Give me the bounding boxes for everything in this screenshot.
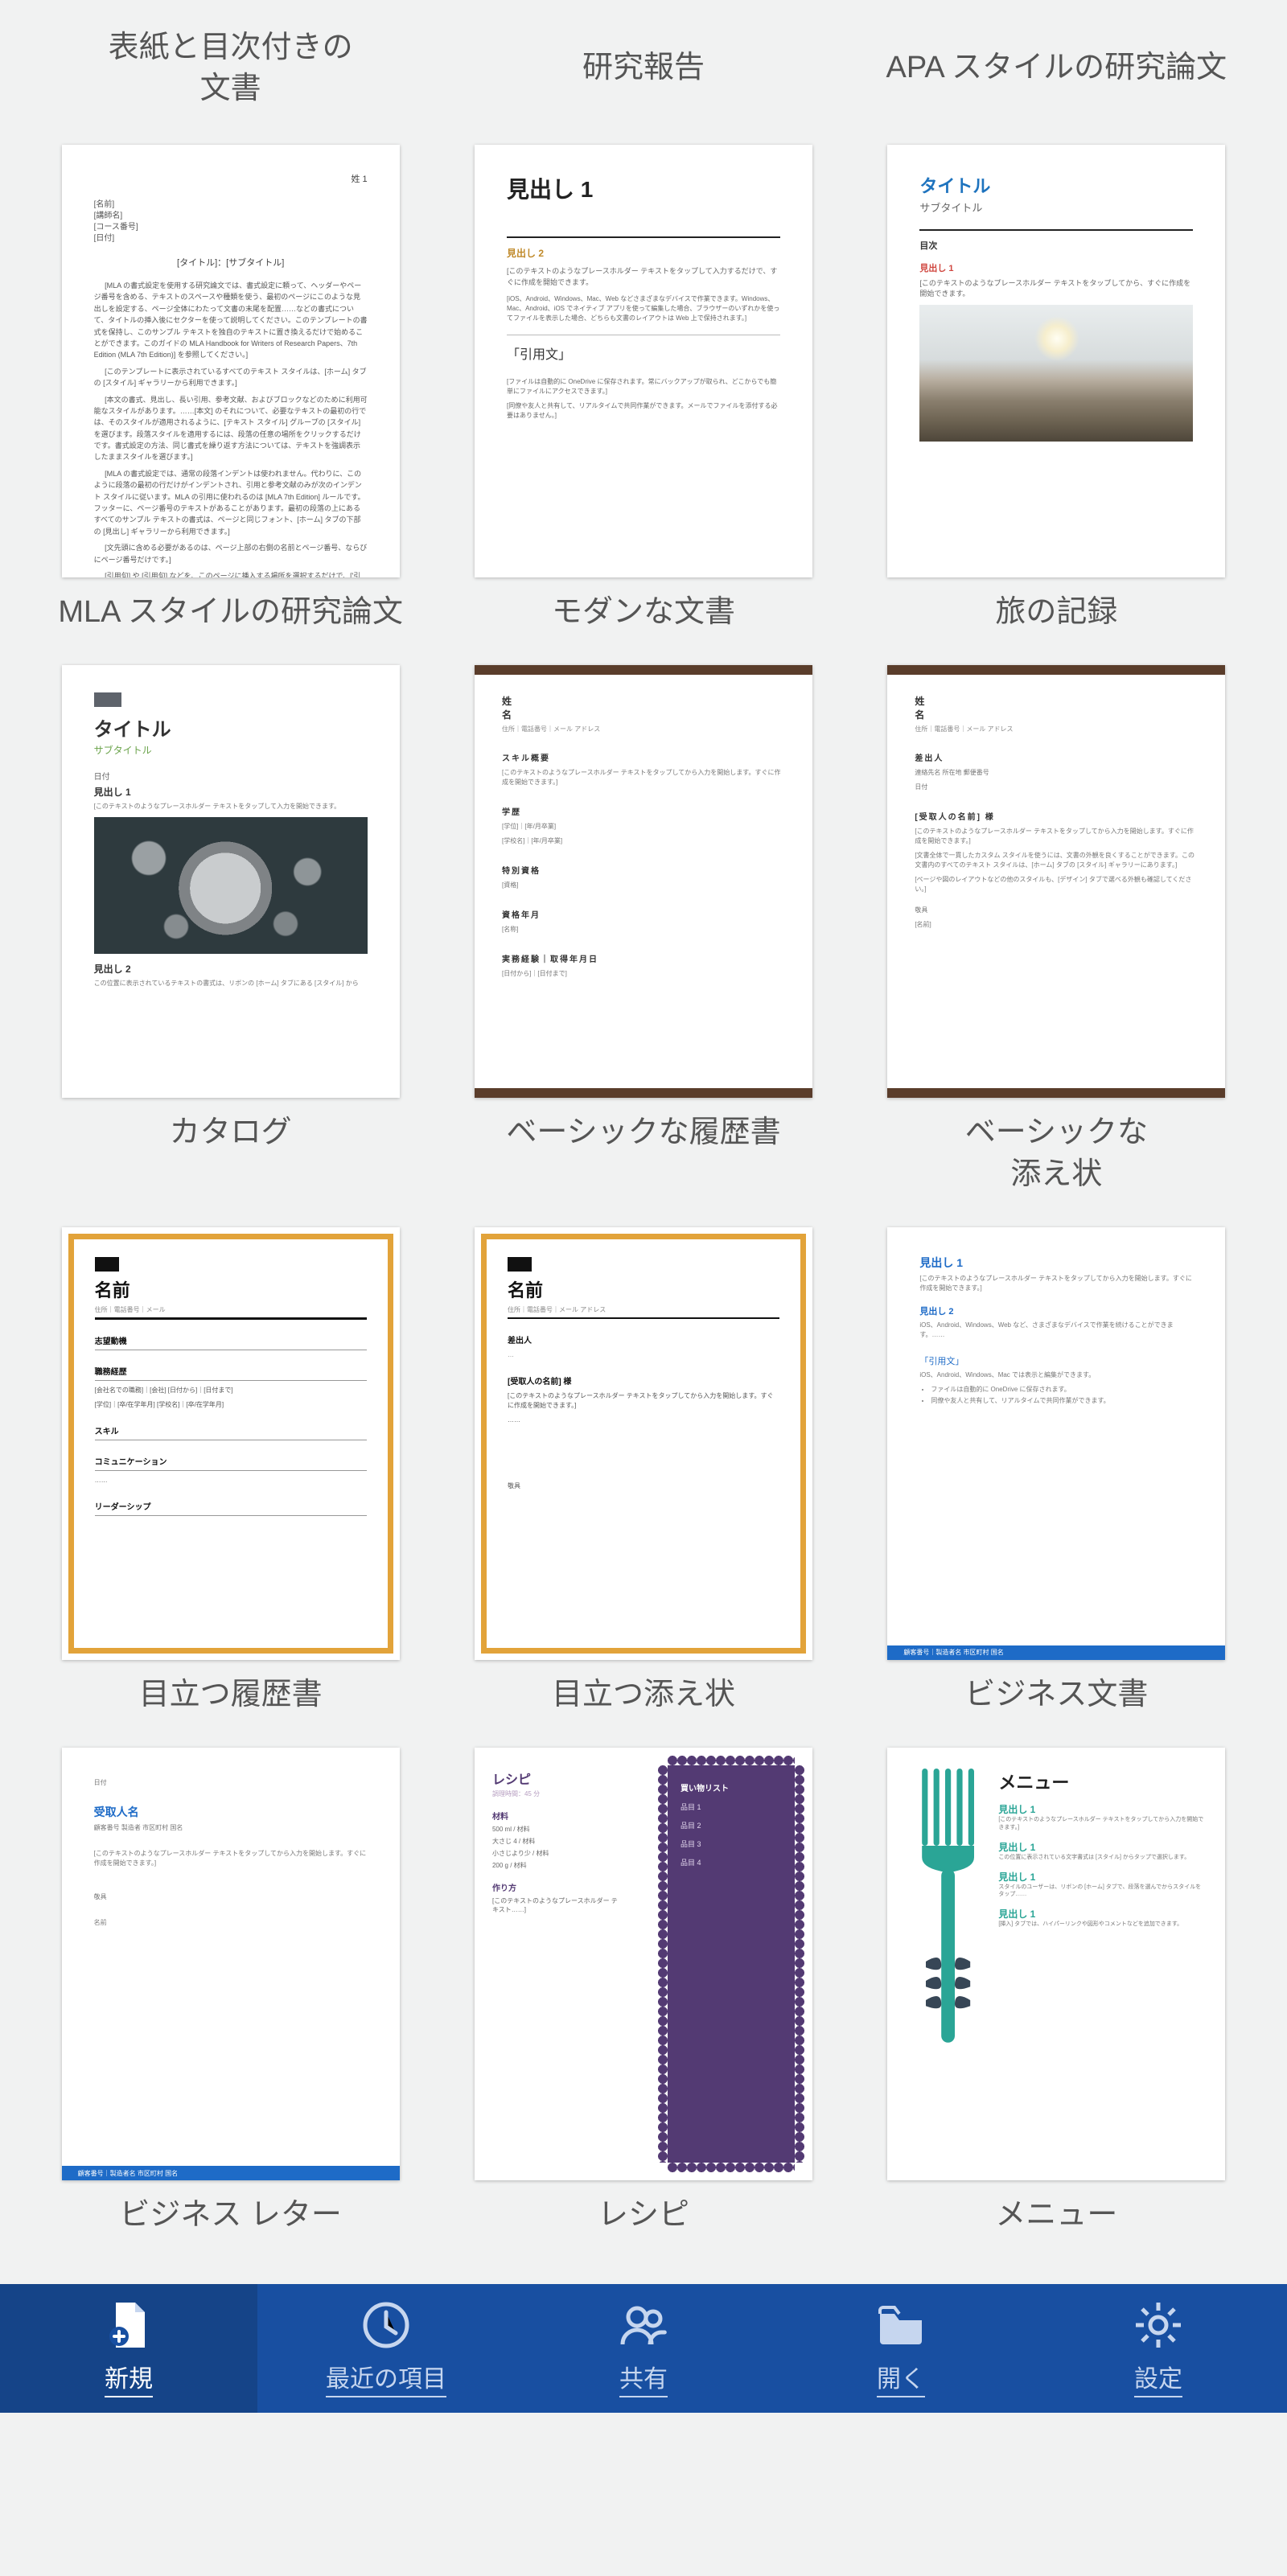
template-title: メニュー <box>987 2195 1125 2236</box>
shopping-list-panel: 買い物リスト 品目 1 品目 2 品目 3 品目 4 <box>668 1765 795 2163</box>
nav-shared[interactable]: 共有 <box>515 2284 772 2413</box>
gear-icon <box>1133 2299 1184 2351</box>
template-thumbnail[interactable]: 見出し 1 [このテキストのようなプレースホルダー テキストをタップしてから入力… <box>887 1227 1225 1660</box>
template-thumbnail[interactable]: 名前 住所｜電話番号｜メール 志望動機 職務経歴 [会社名での職務]｜[会社] … <box>62 1227 400 1660</box>
template-thumbnail[interactable]: 姓 名 住所｜電話番号｜メール アドレス 差出人 連絡先名 所在地 郵便番号 日… <box>887 665 1225 1098</box>
template-thumbnail[interactable]: 姓 名 住所｜電話番号｜メール アドレス スキル概要 [このテキストのようなプレ… <box>475 665 812 1098</box>
clock-icon <box>360 2299 412 2351</box>
template-title: 旅の記録 <box>987 592 1125 633</box>
template-basic-cover[interactable]: 姓 名 住所｜電話番号｜メール アドレス 差出人 連絡先名 所在地 郵便番号 日… <box>874 665 1239 1195</box>
template-cover-toc[interactable]: 表紙と目次付きの文書 <box>48 24 413 113</box>
new-document-icon <box>103 2299 154 2351</box>
template-title: 目立つ添え状 <box>544 1674 743 1715</box>
template-thumbnail[interactable]: 日付 受取人名 顧客番号 製造者 市区町村 国名 [このテキストのようなプレース… <box>62 1748 400 2180</box>
template-recipe[interactable]: レシピ 調理時間：45 分 材料 500 ml / 材料 大さじ 4 / 材料 … <box>461 1748 825 2236</box>
nav-recent[interactable]: 最近の項目 <box>257 2284 515 2413</box>
template-modern-doc[interactable]: 見出し 1 見出し 2 [このテキストのようなプレースホルダー テキストをタップ… <box>461 145 825 633</box>
folder-icon <box>875 2299 927 2351</box>
template-title: ベーシックな履歴書 <box>498 1112 788 1153</box>
template-title: ベーシックな添え状 <box>957 1112 1156 1195</box>
fork-icon <box>907 1769 984 2058</box>
template-title: 研究報告 <box>574 24 713 113</box>
template-menu[interactable]: メニュー 見出し 1 [このテキストのようなプレースホルダー テキストをタップし… <box>874 1748 1239 2236</box>
template-grid: 表紙と目次付きの文書 研究報告 APA スタイルの研究論文 姓 1 [名前] [… <box>0 0 1287 2284</box>
landscape-image <box>919 305 1193 442</box>
template-mla-paper[interactable]: 姓 1 [名前] [講師名] [コース番号] [日付] [タイトル]：[サブタイ… <box>48 145 413 633</box>
bottom-nav: 新規 最近の項目 共有 開く 設定 <box>0 2284 1287 2413</box>
template-title: APA スタイルの研究論文 <box>878 24 1235 113</box>
template-business-letter[interactable]: 日付 受取人名 顧客番号 製造者 市区町村 国名 [このテキストのようなプレース… <box>48 1748 413 2236</box>
nav-open[interactable]: 開く <box>772 2284 1030 2413</box>
template-title: 目立つ履歴書 <box>131 1674 331 1715</box>
template-thumbnail[interactable]: タイトル サブタイトル 目次 見出し 1 [このテキストのようなプレースホルダー… <box>887 145 1225 577</box>
template-catalog[interactable]: タイトル サブタイトル 日付 見出し 1 [このテキストのようなプレースホルダー… <box>48 665 413 1195</box>
mechanical-parts-image <box>94 817 368 954</box>
template-bold-resume[interactable]: 名前 住所｜電話番号｜メール 志望動機 職務経歴 [会社名での職務]｜[会社] … <box>48 1227 413 1715</box>
template-apa-paper[interactable]: APA スタイルの研究論文 <box>874 24 1239 113</box>
template-title: モダンな文書 <box>544 592 743 633</box>
template-thumbnail[interactable]: タイトル サブタイトル 日付 見出し 1 [このテキストのようなプレースホルダー… <box>62 665 400 1098</box>
template-title: ビジネス レター <box>111 2195 350 2236</box>
nav-new[interactable]: 新規 <box>0 2284 257 2413</box>
template-thumbnail[interactable]: 名前 住所｜電話番号｜メール アドレス 差出人 … [受取人の名前] 様 [この… <box>475 1227 812 1660</box>
nav-settings[interactable]: 設定 <box>1030 2284 1287 2413</box>
people-icon <box>618 2299 669 2351</box>
template-thumbnail[interactable]: メニュー 見出し 1 [このテキストのようなプレースホルダー テキストをタップし… <box>887 1748 1225 2180</box>
template-travel-journal[interactable]: タイトル サブタイトル 目次 見出し 1 [このテキストのようなプレースホルダー… <box>874 145 1239 633</box>
template-basic-resume[interactable]: 姓 名 住所｜電話番号｜メール アドレス スキル概要 [このテキストのようなプレ… <box>461 665 825 1195</box>
template-title: MLA スタイルの研究論文 <box>50 592 411 633</box>
template-thumbnail[interactable]: レシピ 調理時間：45 分 材料 500 ml / 材料 大さじ 4 / 材料 … <box>475 1748 812 2180</box>
template-title: レシピ <box>590 2195 697 2236</box>
template-research-report[interactable]: 研究報告 <box>461 24 825 113</box>
template-thumbnail[interactable]: 姓 1 [名前] [講師名] [コース番号] [日付] [タイトル]：[サブタイ… <box>62 145 400 577</box>
template-title: 表紙と目次付きの文書 <box>101 24 361 113</box>
template-business-doc[interactable]: 見出し 1 [このテキストのようなプレースホルダー テキストをタップしてから入力… <box>874 1227 1239 1715</box>
template-bold-cover[interactable]: 名前 住所｜電話番号｜メール アドレス 差出人 … [受取人の名前] 様 [この… <box>461 1227 825 1715</box>
template-title: カタログ <box>162 1112 300 1153</box>
template-thumbnail[interactable]: 見出し 1 見出し 2 [このテキストのようなプレースホルダー テキストをタップ… <box>475 145 812 577</box>
template-title: ビジネス文書 <box>956 1674 1156 1715</box>
